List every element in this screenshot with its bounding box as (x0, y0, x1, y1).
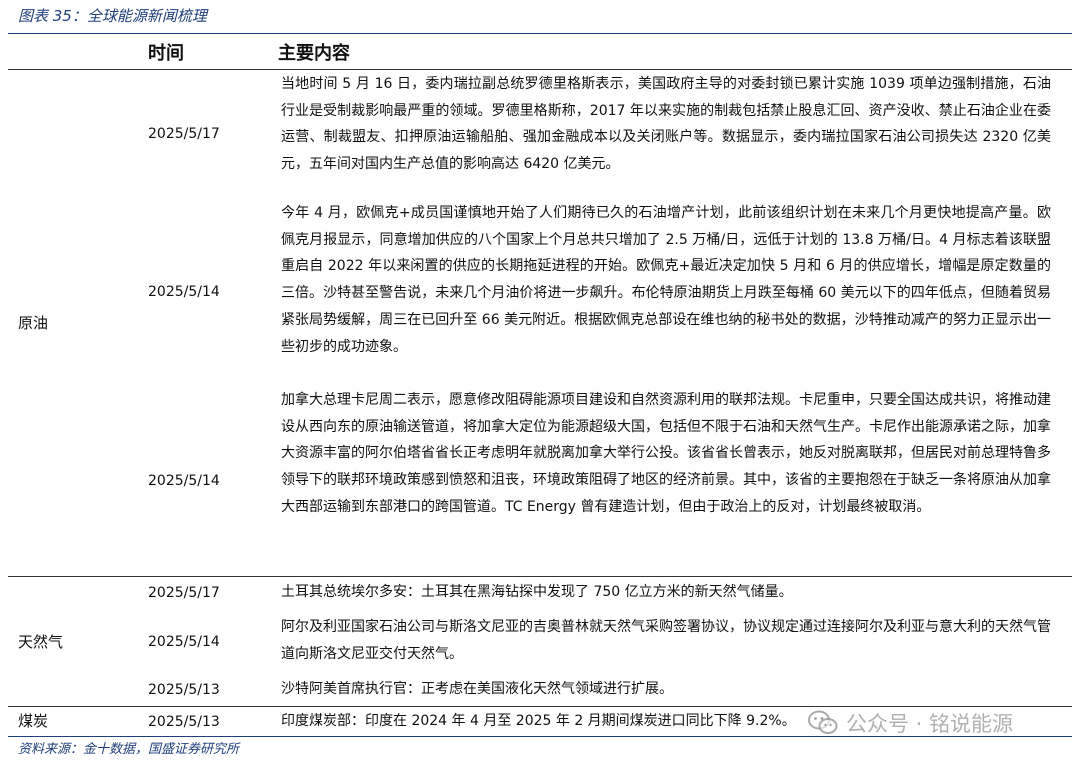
watermark: 公众号 · 铭说能源 (808, 706, 1013, 740)
row-date: 2025/5/17 (148, 585, 220, 601)
row-content: 沙特阿美首席执行官：正考虑在美国液化天然气领域进行扩展。 (281, 681, 673, 697)
row-content: 加拿大总理卡尼周二表示，愿意修改阻碍能源项目建设和自然资源利用的联邦法规。卡尼重… (281, 392, 1051, 515)
category-natural-gas: 天然气 (18, 633, 64, 651)
row-content: 土耳其总统埃尔多安：土耳其在黑海钻探中发现了 750 亿立方米的新天然气储量。 (281, 584, 793, 600)
header-time: 时间 (148, 43, 184, 64)
wechat-icon (808, 710, 838, 736)
row-date: 2025/5/13 (148, 682, 220, 698)
table-header: 时间 主要内容 (8, 35, 1072, 69)
row-date: 2025/5/13 (148, 714, 220, 730)
row-date: 2025/5/14 (148, 634, 220, 650)
row-date: 2025/5/14 (148, 284, 220, 300)
row-date: 2025/5/17 (148, 126, 220, 142)
figure-title: 图表 35：全球能源新闻梳理 (18, 7, 207, 25)
news-table-figure: 图表 35：全球能源新闻梳理 时间 主要内容 原油 2025/5/17 当地时间… (0, 0, 1080, 769)
watermark-text: 公众号 · 铭说能源 (846, 712, 1014, 736)
source-note: 资料来源：金十数据，国盛证券研究所 (18, 742, 240, 757)
row-content: 当地时间 5 月 16 日，委内瑞拉副总统罗德里格斯表示，美国政府主导的对委封锁… (281, 76, 1051, 173)
section-divider (8, 576, 1072, 577)
header-rule (8, 69, 1072, 70)
category-crude-oil: 原油 (18, 314, 49, 332)
row-content: 今年 4 月，欧佩克+成员国谨慎地开始了人们期待已久的石油增产计划，此前该组织计… (281, 205, 1051, 355)
row-date: 2025/5/14 (148, 473, 220, 489)
header-content: 主要内容 (278, 43, 350, 64)
row-content: 阿尔及利亚国家石油公司与斯洛文尼亚的吉奥普林就天然气采购签署协议，协议规定通过连… (281, 619, 1051, 662)
category-coal: 煤炭 (18, 712, 49, 730)
top-rule (8, 33, 1072, 34)
